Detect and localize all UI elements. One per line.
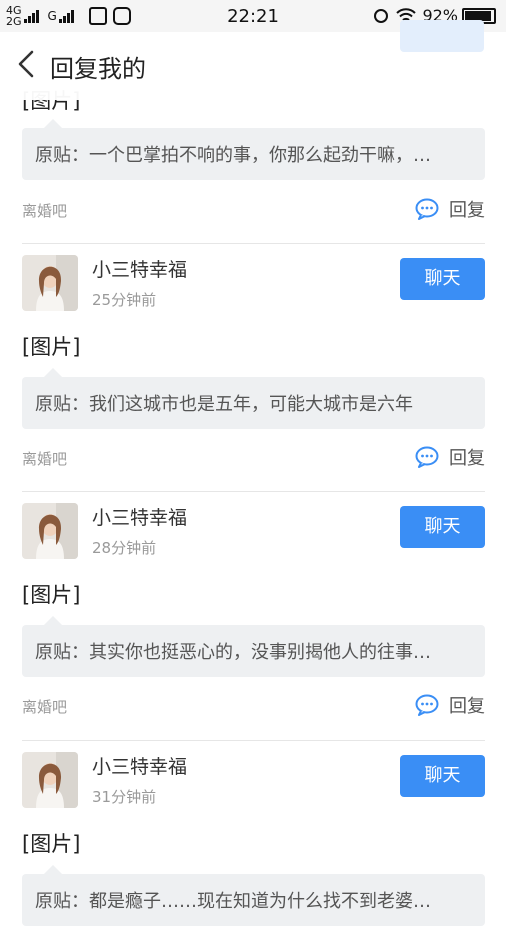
picture-placeholder[interactable]: [图片] — [22, 579, 80, 609]
alarm-icon — [374, 8, 389, 23]
divider — [22, 740, 485, 741]
avatar[interactable] — [22, 752, 78, 808]
timestamp: 28分钟前 — [92, 539, 157, 557]
comment-icon — [415, 694, 439, 716]
reply-label: 回复 — [449, 696, 485, 717]
reply-button[interactable]: 回复 — [415, 196, 485, 222]
signal-icon — [23, 9, 40, 23]
original-post-quote[interactable]: 原贴：一个巴掌拍不响的事，你那么起劲干嘛，… — [22, 119, 485, 180]
clock: 22:21 — [227, 6, 279, 27]
reply-label: 回复 — [449, 200, 485, 221]
reply-button[interactable]: 回复 — [415, 444, 485, 470]
picture-placeholder[interactable]: [图片] — [22, 331, 80, 361]
avatar[interactable] — [22, 503, 78, 559]
original-post-quote[interactable]: 原贴：都是瘾子……现在知道为什么找不到老婆… — [22, 865, 485, 926]
reply-button[interactable]: 回复 — [415, 692, 485, 718]
comment-icon — [415, 198, 439, 220]
chat-button-scrolled[interactable] — [400, 20, 484, 52]
picture-placeholder[interactable]: [图片] — [22, 828, 80, 858]
quote-text: 原贴：其实你也挺恶心的，没事别揭他人的往事… — [35, 642, 431, 663]
chat-button[interactable]: 聊天 — [400, 506, 485, 548]
quote-text: 原贴：我们这城市也是五年，可能大城市是六年 — [35, 394, 413, 415]
page-title: 回复我的 — [50, 55, 146, 83]
nav-header: 回复我的 — [0, 20, 506, 100]
quote-text: 原贴：都是瘾子……现在知道为什么找不到老婆… — [35, 891, 431, 912]
signal-icon-2 — [58, 9, 75, 23]
avatar[interactable] — [22, 255, 78, 311]
network-type: 4G 2G — [6, 5, 22, 27]
forum-name[interactable]: 离婚吧 — [22, 200, 67, 221]
network-label-2g: 2G — [6, 15, 22, 28]
timestamp: 31分钟前 — [92, 788, 157, 806]
back-arrow-icon[interactable] — [16, 50, 36, 78]
network-label-g: G — [47, 9, 57, 23]
app-notification-icon — [112, 7, 131, 25]
original-post-quote[interactable]: 原贴：其实你也挺恶心的，没事别揭他人的往事… — [22, 616, 485, 677]
divider — [22, 491, 485, 492]
chat-button[interactable]: 聊天 — [400, 755, 485, 797]
username[interactable]: 小三特幸福 — [92, 255, 187, 282]
forum-name[interactable]: 离婚吧 — [22, 448, 67, 469]
divider — [22, 243, 485, 244]
comment-icon — [415, 446, 439, 468]
forum-name[interactable]: 离婚吧 — [22, 696, 67, 717]
chat-button[interactable]: 聊天 — [400, 258, 485, 300]
reply-label: 回复 — [449, 448, 485, 469]
timestamp: 25分钟前 — [92, 291, 157, 309]
screenshot-icon — [88, 7, 107, 25]
username[interactable]: 小三特幸福 — [92, 752, 187, 779]
username[interactable]: 小三特幸福 — [92, 503, 187, 530]
quote-text: 原贴：一个巴掌拍不响的事，你那么起劲干嘛，… — [35, 145, 431, 166]
original-post-quote[interactable]: 原贴：我们这城市也是五年，可能大城市是六年 — [22, 368, 485, 429]
